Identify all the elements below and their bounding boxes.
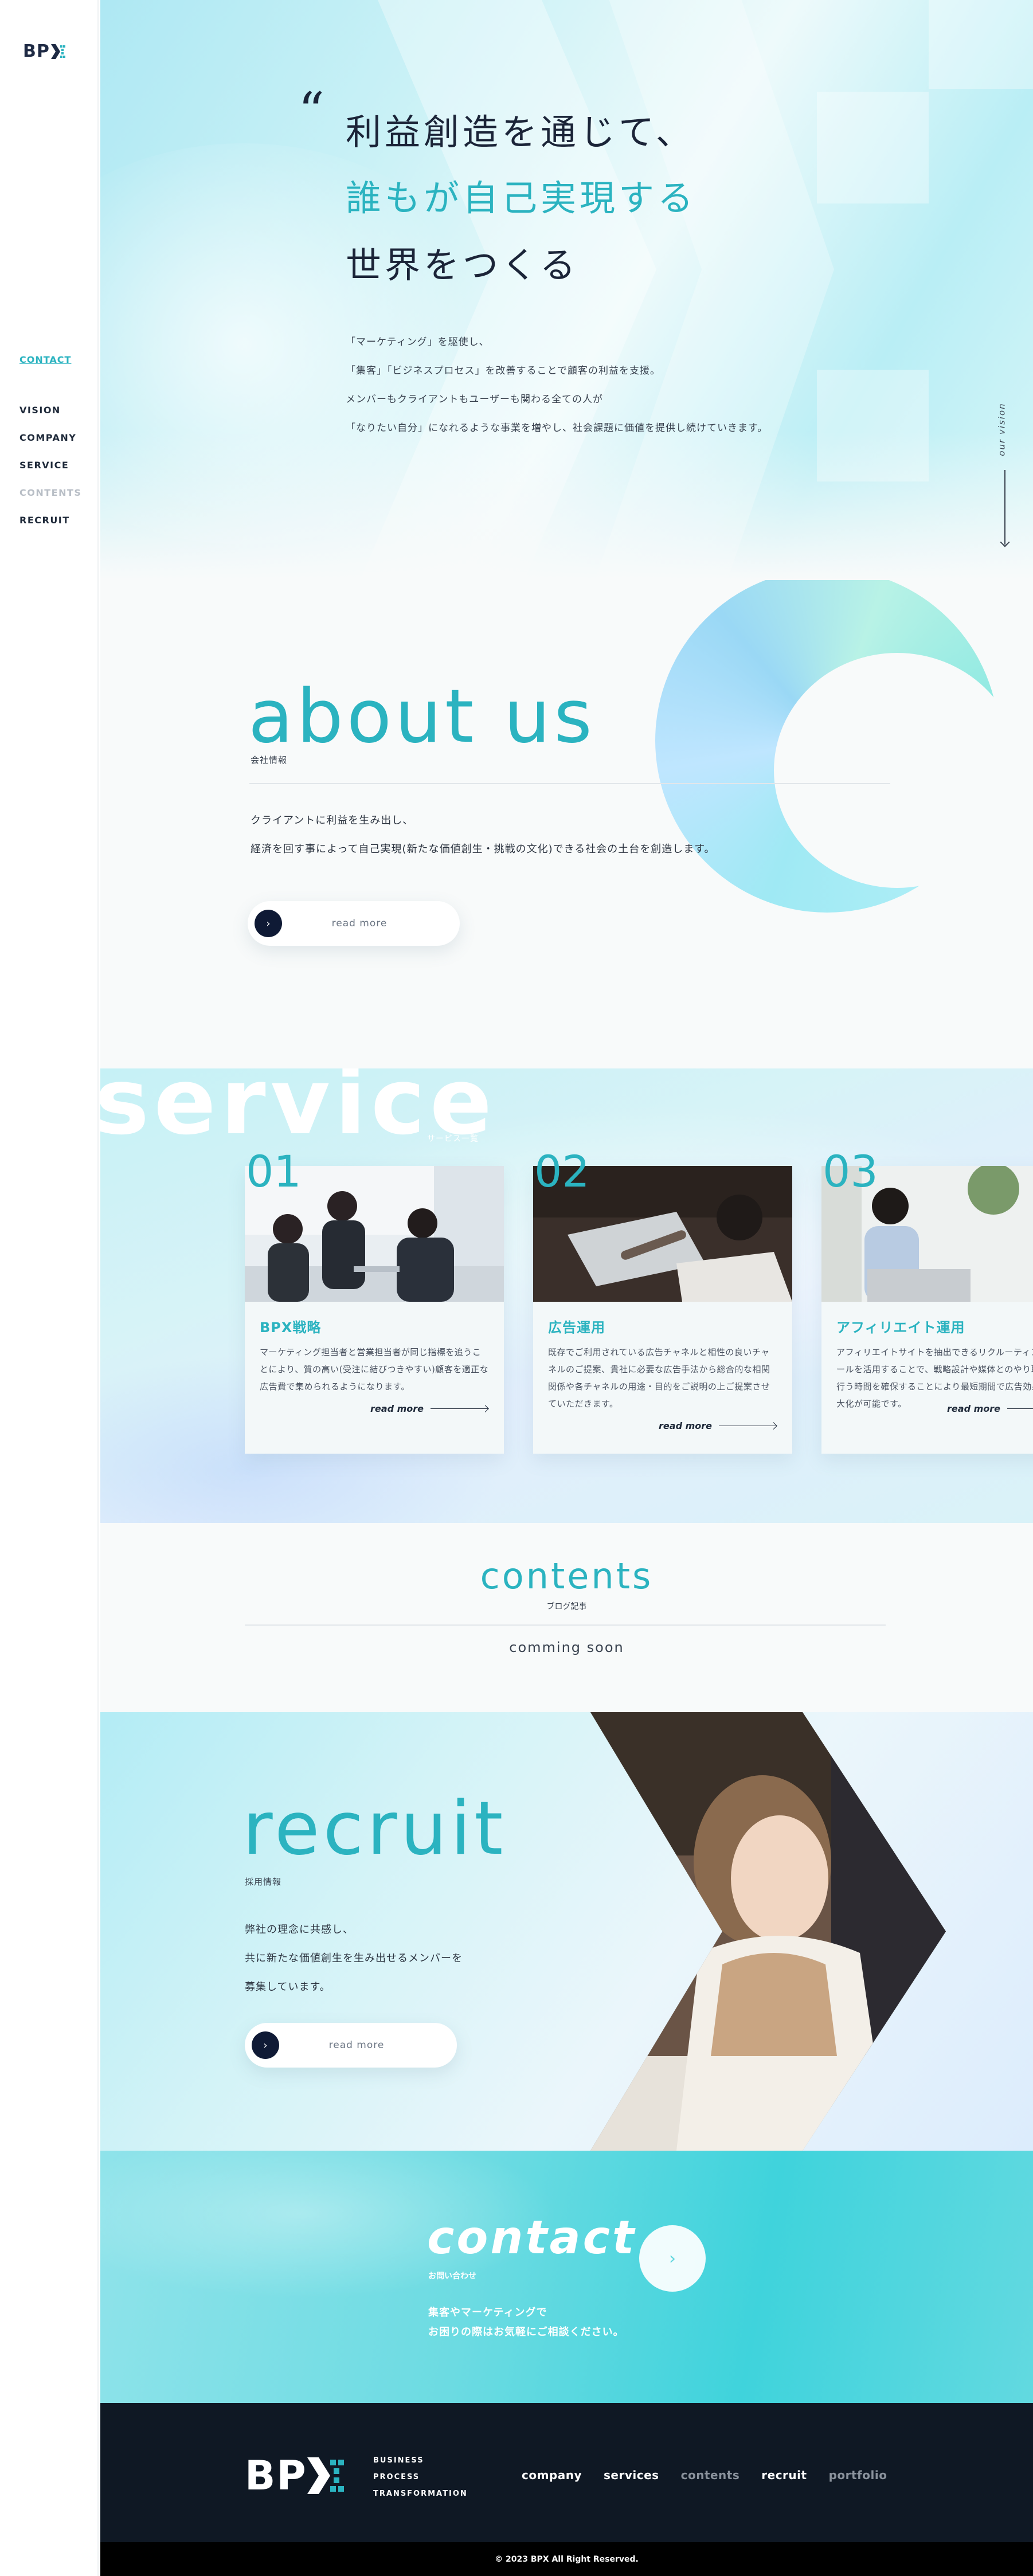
hero-fade [100,431,1033,580]
chevron-right-icon: › [252,2031,279,2059]
footer-tagline-line: BUSINESS [373,2456,424,2465]
service-card[interactable]: 01 BPX戦略 マーケティング担当者と営業担当者が同じ指標を追うことにより、質… [245,1150,504,1454]
service-card-read-more[interactable]: read more [947,1403,1033,1414]
read-more-label: read more [370,1403,424,1414]
footer-logo[interactable]: BP [245,2456,345,2496]
about-read-more-button[interactable]: › read more [248,901,460,946]
service-section: service サービス一覧 01 BPX戦略 マーケティング担当者と営業担当者… [100,1068,1033,1523]
brand-logo-text: BP [23,41,50,61]
service-subtitle: サービス一覧 [427,1134,479,1144]
scroll-line [1004,470,1005,545]
footer-tagline-line: TRANSFORMATION [373,2489,468,2498]
hero-desc-line: 「マーケティング」を駆使し、 [346,336,490,348]
hero-heading-line2: 誰もが自己実現する [346,177,697,219]
arrow-down-icon [1000,537,1010,547]
sidebar-item-contents[interactable]: CONTENTS [19,487,81,499]
contents-subtitle: ブログ記事 [546,1602,587,1611]
sidebar: BP CONTACT VISION COMPANY SERVICE CONTEN… [0,0,99,2576]
footer: BP BUSINESS PROCESS TRANSFORMATION compa… [100,2403,1033,2542]
recruit-body-line: 募集しています。 [245,1981,331,1993]
sidebar-contact-link[interactable]: CONTACT [19,354,71,365]
contact-desc-line: 集客やマーケティングで [428,2307,547,2319]
contents-title: contents [480,1555,654,1597]
contact-section[interactable]: contact お問い合わせ 集客やマーケティングで お困りの際はお気軽にご相談… [100,2151,1033,2403]
hero-square-shape [817,92,929,203]
service-card-number: 01 [246,1146,302,1197]
brand-logo[interactable]: BP [23,41,66,61]
hero-desc-line: メンバーもクライアントもユーザーも関わる全ての人が [346,394,603,405]
recruit-photo [590,1712,946,2151]
footer-logo-text: BP [245,2452,307,2499]
service-card-title: BPX戦略 [260,1320,322,1336]
sidebar-item-vision[interactable]: VISION [19,405,81,416]
copyright-text: © 2023 BPX All Right Reserved. [495,2554,639,2564]
about-body-line: クライアントに利益を生み出し、 [251,815,414,827]
service-card[interactable]: 02 広告運用 既存でご利用されている広告チャネルと相性の良いチャネルのご提案、… [533,1150,792,1454]
recruit-section: recruit 採用情報 弊社の理念に共感し、 共に新たな価値創生を生み出せるメ… [100,1712,1033,2151]
vision-vertical-label: our vision [996,402,1007,456]
footer-tagline: BUSINESS PROCESS TRANSFORMATION [373,2452,468,2502]
arrow-right-icon [431,1408,488,1409]
hero-square-shape [929,0,1033,89]
divider [249,783,890,784]
service-card-description: 既存でご利用されている広告チャネルと相性の良いチャネルのご提案、貴社に必要な広告… [548,1347,770,1409]
read-more-label: read more [659,1420,712,1431]
contact-title: contact [427,2211,637,2264]
sidebar-nav: VISION COMPANY SERVICE CONTENTS RECRUIT [19,405,81,542]
service-card-number: 02 [534,1146,590,1197]
about-subtitle: 会社情報 [251,755,288,765]
recruit-subtitle: 採用情報 [245,1877,282,1887]
sidebar-item-recruit[interactable]: RECRUIT [19,515,81,526]
service-card-description: マーケティング担当者と営業担当者が同じ指標を追うことにより、質の高い(受注に結び… [260,1347,489,1392]
footer-nav: company services contents recruit portfo… [522,2468,887,2482]
x-mark-icon [307,2457,344,2494]
contact-desc-line: お困りの際はお気軽にご相談ください。 [428,2326,624,2338]
sidebar-item-service[interactable]: SERVICE [19,460,81,471]
sidebar-item-company[interactable]: COMPANY [19,432,81,444]
footer-nav-services[interactable]: services [604,2468,659,2482]
hero-desc-line: 「集客」「ビジネスプロセス」を改善することで顧客の利益を支援。 [346,365,660,377]
x-mark-icon [50,44,65,59]
hero-desc-line: 「なりたい自分」になれるような事業を増やし、社会課題に価値を提供し続けていきます… [346,422,768,434]
service-card-number: 03 [823,1146,878,1197]
service-card-description: アフィリエイトサイトを抽出できるリクルーティングツールを活用することで、戦略設計… [836,1347,1033,1409]
recruit-read-more-button[interactable]: › read more [245,2023,457,2068]
copyright-bar: © 2023 BPX All Right Reserved. [100,2542,1033,2576]
service-card-title: アフィリエイト運用 [836,1320,965,1336]
scroll-indicator[interactable]: our vision [996,401,1011,550]
quote-mark-icon: “ [298,81,325,142]
footer-nav-contents[interactable]: contents [681,2468,740,2482]
arrow-right-icon [1007,1408,1033,1409]
hero-heading-line1: 利益創造を通じて、 [346,111,695,153]
service-card-title: 広告運用 [548,1320,605,1336]
contents-status: comming soon [509,1639,624,1655]
hero-heading-line3: 世界をつくる [346,244,579,286]
divider [245,1624,886,1626]
recruit-title: recruit [242,1786,507,1872]
chevron-right-icon: › [669,2248,676,2269]
contact-subtitle: お問い合わせ [428,2272,476,2281]
read-more-label: read more [328,2039,385,2051]
service-card-read-more[interactable]: read more [659,1420,776,1431]
footer-nav-company[interactable]: company [522,2468,582,2482]
chevron-right-icon: › [255,910,282,937]
service-card-read-more[interactable]: read more [370,1403,488,1414]
recruit-body-line: 弊社の理念に共感し、 [245,1924,354,1936]
about-title: about us [248,674,596,760]
read-more-label: read more [331,918,388,929]
recruit-body-line: 共に新たな価値創生を生み出せるメンバーを [245,1952,463,1964]
footer-nav-portfolio[interactable]: portfolio [829,2468,887,2482]
service-card[interactable]: 03 アフィリエイト運用 アフィリエイトサイトを抽出できるリクルーティングツール… [821,1150,1033,1454]
footer-nav-recruit[interactable]: recruit [761,2468,807,2482]
contents-section: contents ブログ記事 comming soon [100,1523,1033,1712]
about-body-line: 経済を回す事によって自己実現(新たな価値創生・挑戦の文化)できる社会の土台を創造… [251,843,715,855]
contact-button[interactable]: › [639,2225,706,2292]
read-more-label: read more [947,1403,1000,1414]
hero-section: “ 利益創造を通じて、 誰もが自己実現する 世界をつくる 「マーケティング」を駆… [100,0,1033,580]
footer-tagline-line: PROCESS [373,2473,420,2481]
about-section: about us 会社情報 クライアントに利益を生み出し、 経済を回す事によって… [100,580,1033,1068]
decorative-ring-hole [774,653,1020,888]
hero-description: 「マーケティング」を駆使し、 「集客」「ビジネスプロセス」を改善することで顧客の… [346,335,768,450]
